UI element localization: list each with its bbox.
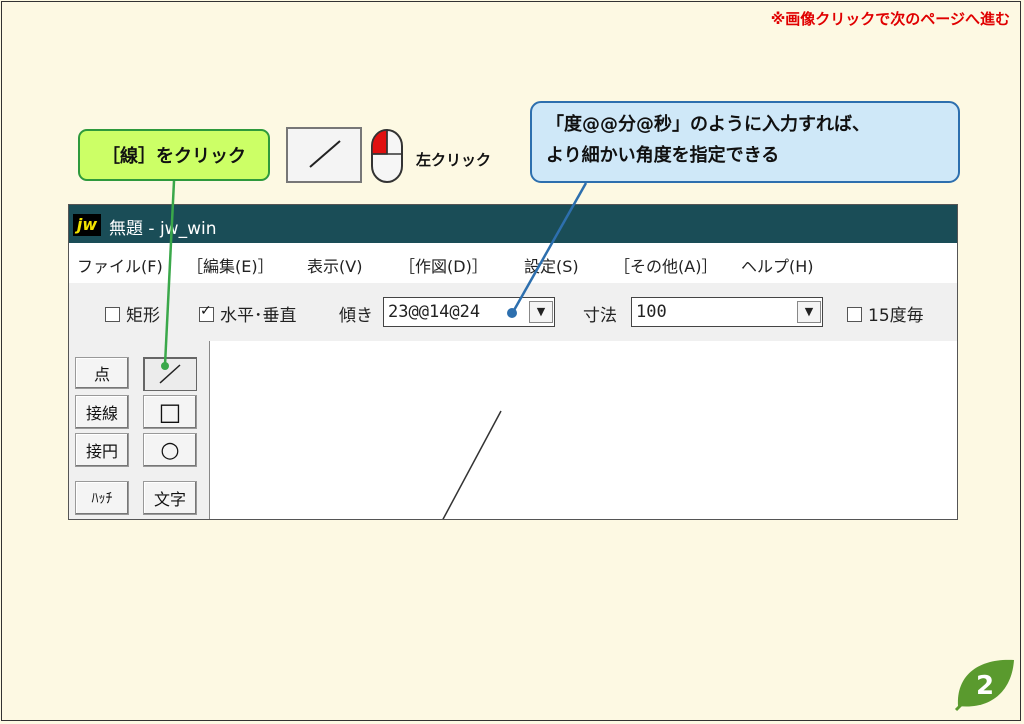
title-bar[interactable]: jw 無題 - jw_win xyxy=(69,205,957,243)
hv-checkbox[interactable]: 水平･垂直 xyxy=(199,301,297,326)
rect-checkbox[interactable]: 矩形 xyxy=(105,301,160,326)
header-note[interactable]: ※画像クリックで次のページへ進む xyxy=(771,8,1010,29)
hv-checkbox-box xyxy=(199,303,214,322)
tool-hatch-button[interactable]: ﾊｯﾁ xyxy=(75,481,129,515)
app-logo: jw xyxy=(73,214,101,236)
page-badge-leaf-icon: 2 xyxy=(954,659,1014,712)
tool-line-button[interactable] xyxy=(143,357,197,391)
line-icon xyxy=(159,364,181,384)
line-tool-demo-button xyxy=(286,127,362,183)
callout-angle-hint: 「度@@分@秒」のように入力すれば、 より細かい角度を指定できる xyxy=(530,101,960,183)
circle-icon: ○ xyxy=(160,437,180,463)
menu-settings[interactable]: 設定(S) xyxy=(524,253,579,277)
mouse-left-click-icon xyxy=(371,129,403,183)
menu-help[interactable]: ヘルプ(H) xyxy=(741,253,814,277)
angle-combo[interactable]: 23@@14@24 ▼ xyxy=(383,297,555,327)
tool-tangent-circle-button[interactable]: 接円 xyxy=(75,433,129,467)
left-click-label: 左クリック xyxy=(416,151,492,169)
callout-click-line: ［線］をクリック xyxy=(78,129,270,181)
tool-point-button[interactable]: 点 xyxy=(75,357,129,389)
tool-panel: 点 接線 接円 ﾊｯﾁ □ ○ 文字 xyxy=(69,341,209,519)
menu-bar: ファイル(F) ［編集(E)］ 表示(V) ［作図(D)］ 設定(S) ［その他… xyxy=(69,243,957,283)
rectangle-icon: □ xyxy=(158,398,182,426)
rect-checkbox-box xyxy=(105,307,120,322)
callout-angle-line1: 「度@@分@秒」のように入力すれば、 xyxy=(546,114,870,135)
dim-label: 寸法 xyxy=(583,306,617,326)
tool-text-button[interactable]: 文字 xyxy=(143,481,197,515)
line-toolbar: 矩形 水平･垂直 傾き 23@@14@24 ▼ 寸法 100 ▼ 15度毎 xyxy=(69,283,957,341)
angle-dropdown-arrow-icon[interactable]: ▼ xyxy=(529,301,553,323)
angle-label: 傾き xyxy=(339,306,373,326)
deg15-checkbox-label: 15度毎 xyxy=(868,306,924,326)
dim-dropdown-arrow-icon[interactable]: ▼ xyxy=(797,301,821,323)
callout-click-line-text: ［線］をクリック xyxy=(102,146,246,167)
angle-input[interactable]: 23@@14@24 xyxy=(388,302,480,322)
jw-win-window: jw 無題 - jw_win ファイル(F) ［編集(E)］ 表示(V) ［作図… xyxy=(68,204,958,520)
drawn-line xyxy=(442,410,502,519)
rect-checkbox-label: 矩形 xyxy=(126,306,160,326)
deg15-checkbox[interactable]: 15度毎 xyxy=(847,301,924,326)
drawing-canvas[interactable] xyxy=(209,341,957,519)
tool-circle-button[interactable]: ○ xyxy=(143,433,197,467)
menu-file[interactable]: ファイル(F) xyxy=(77,253,163,277)
tool-tangent-line-button[interactable]: 接線 xyxy=(75,395,129,429)
hv-checkbox-label: 水平･垂直 xyxy=(220,306,297,326)
menu-edit[interactable]: ［編集(E)］ xyxy=(187,253,274,277)
dim-input[interactable]: 100 xyxy=(636,302,667,322)
window-title: 無題 - jw_win xyxy=(109,219,217,239)
page-number: 2 xyxy=(976,671,994,701)
line-icon xyxy=(309,140,341,168)
menu-other[interactable]: ［その他(A)］ xyxy=(614,253,717,277)
menu-view[interactable]: 表示(V) xyxy=(307,253,362,277)
tool-rectangle-button[interactable]: □ xyxy=(143,395,197,429)
deg15-checkbox-box xyxy=(847,307,862,322)
menu-draw[interactable]: ［作図(D)］ xyxy=(399,253,488,277)
callout-angle-line2: より細かい角度を指定できる xyxy=(546,145,780,166)
dim-combo[interactable]: 100 ▼ xyxy=(631,297,823,327)
